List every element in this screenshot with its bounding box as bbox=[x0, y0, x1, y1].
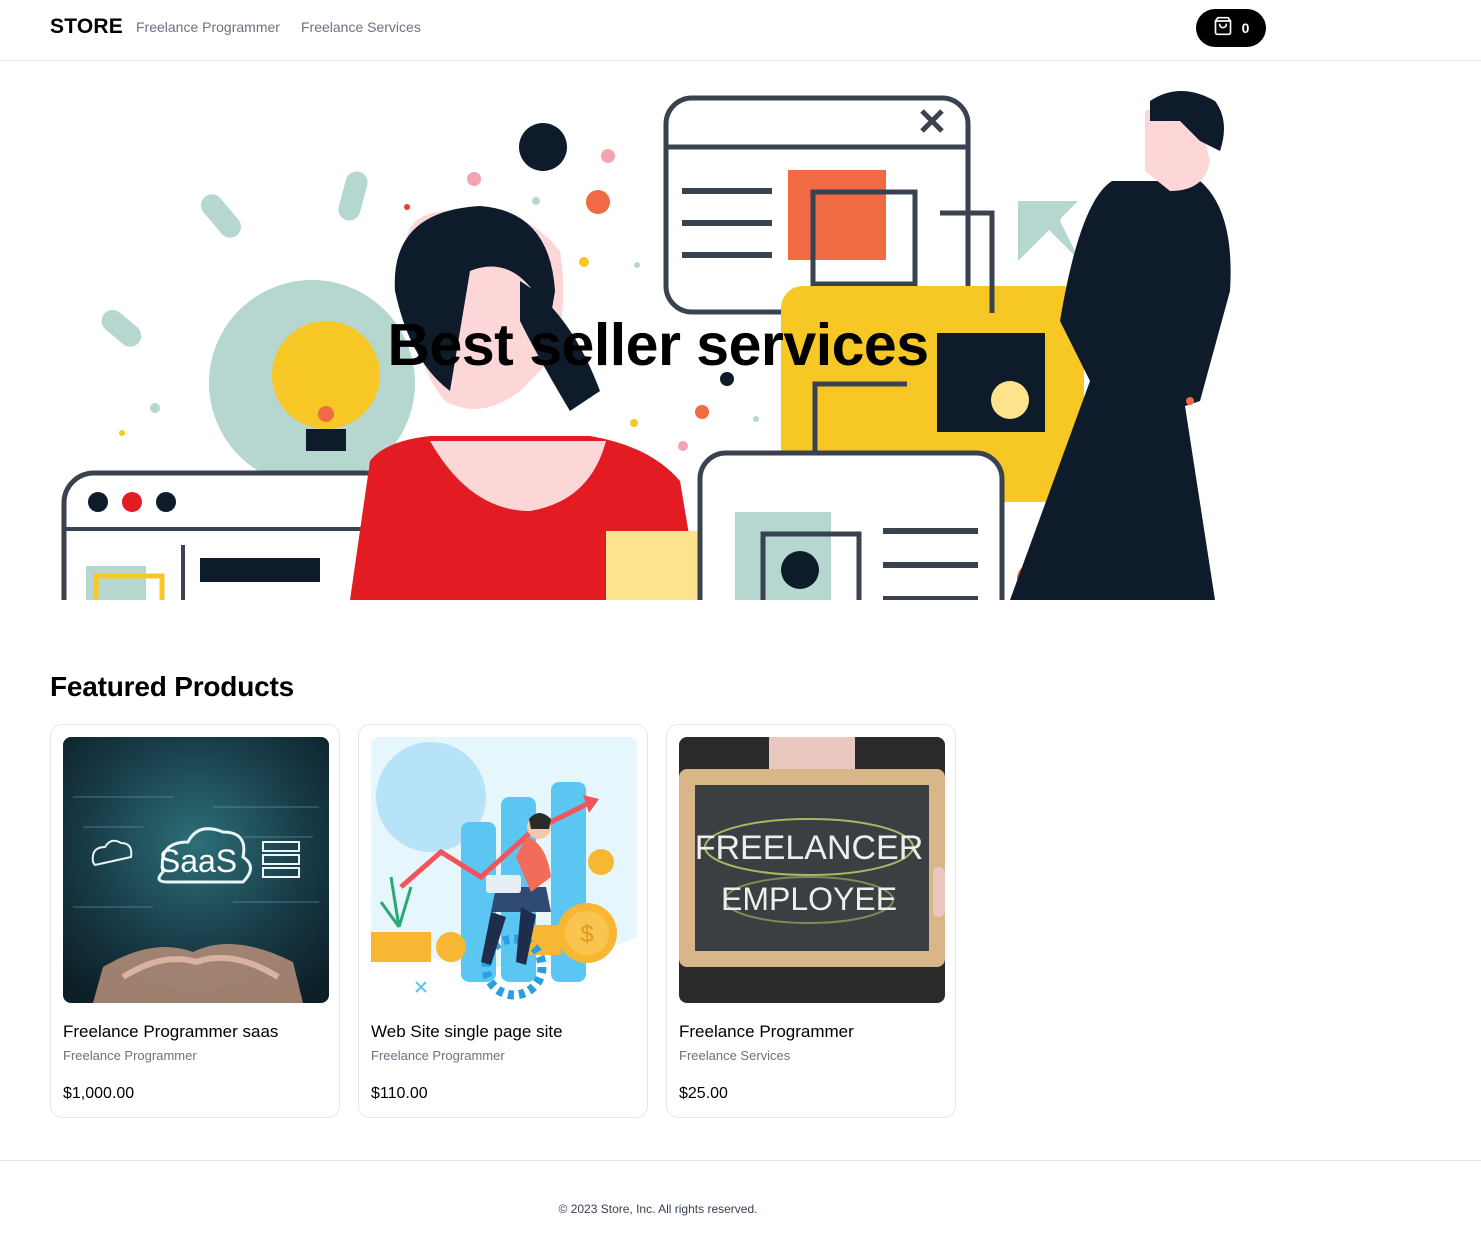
product-category: Freelance Services bbox=[679, 1048, 791, 1063]
product-price: $25.00 bbox=[679, 1085, 728, 1102]
product-name[interactable]: Freelance Programmer saas bbox=[63, 1022, 278, 1042]
product-category: Freelance Programmer bbox=[63, 1048, 197, 1063]
product-card[interactable]: SaaS Freelance Programmer saas Freelance… bbox=[50, 724, 340, 1118]
product-image-saas[interactable]: SaaS bbox=[63, 737, 329, 1003]
product-price: $110.00 bbox=[371, 1085, 428, 1102]
product-price: $1,000.00 bbox=[63, 1085, 135, 1102]
shopping-bag-icon bbox=[1213, 16, 1233, 41]
employee-image-text: EMPLOYEE bbox=[721, 881, 897, 917]
top-navbar: STORE Freelance Programmer Freelance Ser… bbox=[0, 0, 1481, 61]
svg-text:$: $ bbox=[580, 921, 593, 948]
store-logo[interactable]: STORE bbox=[50, 15, 123, 39]
product-card[interactable]: FREELANCER EMPLOYEE Freelance Programmer… bbox=[666, 724, 956, 1118]
product-image-freelancer[interactable]: FREELANCER EMPLOYEE bbox=[679, 737, 945, 1003]
freelancer-image-text: FREELANCER bbox=[695, 829, 924, 867]
copyright-text: © 2023 Store, Inc. All rights reserved. bbox=[558, 1202, 758, 1216]
cart-button[interactable]: 0 bbox=[1196, 9, 1266, 47]
product-name[interactable]: Web Site single page site bbox=[371, 1022, 563, 1042]
nav-link-freelance-programmer[interactable]: Freelance Programmer bbox=[136, 19, 280, 35]
product-card[interactable]: $ Web Site single page site Freelance Pr… bbox=[358, 724, 648, 1118]
product-image-website[interactable]: $ bbox=[371, 737, 637, 1003]
product-category: Freelance Programmer bbox=[371, 1048, 505, 1063]
cart-count: 0 bbox=[1241, 20, 1250, 36]
featured-products-heading: Featured Products bbox=[50, 671, 294, 702]
product-name[interactable]: Freelance Programmer bbox=[679, 1022, 854, 1042]
hero-title: Best seller services bbox=[387, 312, 929, 378]
hero-banner: Best seller services bbox=[50, 61, 1231, 600]
nav-link-freelance-services[interactable]: Freelance Services bbox=[301, 19, 421, 35]
footer: © 2023 Store, Inc. All rights reserved. bbox=[0, 1160, 1481, 1260]
saas-image-text: SaaS bbox=[159, 843, 237, 879]
